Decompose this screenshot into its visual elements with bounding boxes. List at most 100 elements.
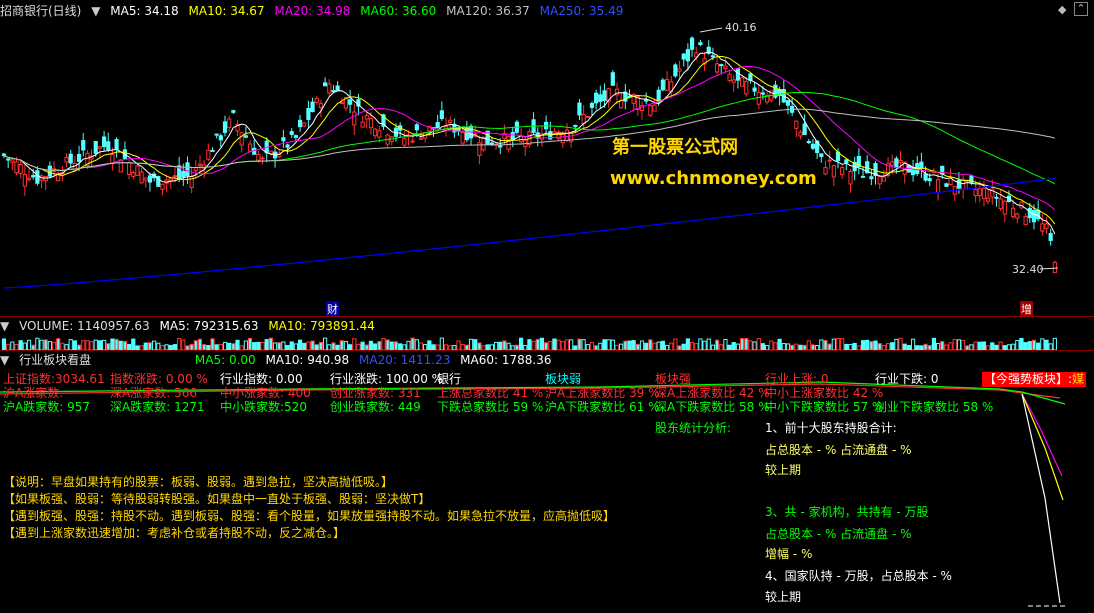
candle-body xyxy=(831,165,836,178)
volume-ma10: MA10: 793891.44 xyxy=(268,319,375,333)
volume-bar xyxy=(406,340,411,350)
declining-stat-item: 创业下跌家数比 58 % xyxy=(875,400,994,414)
volume-bar xyxy=(973,341,978,350)
candle-body xyxy=(306,107,311,120)
volume-chart[interactable] xyxy=(0,334,1094,350)
holder-analysis-title: 股东统计分析: xyxy=(655,421,732,435)
candle-body xyxy=(106,141,111,150)
volume-bar xyxy=(410,337,415,350)
declining-stat-item: 中小下跌家数比 57 % xyxy=(765,400,884,414)
ma250-value: MA250: 35.49 xyxy=(539,4,624,18)
volume-bar xyxy=(990,342,995,350)
volume-bar xyxy=(110,338,115,350)
candle-body xyxy=(827,159,832,162)
collapse-icon[interactable]: ▼ xyxy=(0,353,9,367)
volume-bar xyxy=(114,338,119,350)
candle-body xyxy=(68,153,73,164)
volume-bar xyxy=(156,342,161,350)
candle-body xyxy=(673,64,678,77)
volume-bar xyxy=(535,338,540,350)
earnings-marker[interactable]: 财 xyxy=(326,301,339,317)
volume-bar xyxy=(898,337,903,350)
volume-bar xyxy=(1,338,7,350)
capital-increase-marker[interactable]: 增 xyxy=(1020,301,1033,317)
volume-bar xyxy=(297,339,303,350)
candle-body xyxy=(93,141,98,154)
maximize-icon[interactable]: ⌃ xyxy=(1074,2,1088,16)
candle-body xyxy=(101,136,107,148)
candle-body xyxy=(710,55,715,58)
volume-bar xyxy=(977,341,982,350)
volume-bar xyxy=(427,340,432,350)
price-panel-header: 招商银行(日线) ▼ MA5: 34.18 MA10: 34.67 MA20: … xyxy=(0,3,629,19)
volume-bar xyxy=(723,339,728,350)
candle-body xyxy=(314,97,319,103)
declining-stat-item: 深A跌家数: 1271 xyxy=(110,400,205,414)
candle-body xyxy=(794,120,799,129)
volume-bar xyxy=(264,339,269,350)
candle-body xyxy=(594,92,599,104)
candle-body xyxy=(22,174,27,187)
candle-body xyxy=(135,165,140,176)
candle-body xyxy=(247,143,253,152)
volume-bar xyxy=(910,338,916,350)
candle-body xyxy=(648,104,653,116)
volume-bar xyxy=(748,340,753,350)
volume-bar xyxy=(652,342,657,350)
volume-bar xyxy=(306,341,311,350)
volume-bar xyxy=(352,338,357,350)
volume-bar xyxy=(51,341,57,350)
volume-bar xyxy=(739,338,745,350)
candle-body xyxy=(756,91,761,105)
candle-body xyxy=(348,99,353,105)
holder-stat-line: 较上期 xyxy=(765,590,802,604)
high-price-label: 40.16 xyxy=(725,21,757,34)
collapse-icon[interactable]: ▼ xyxy=(0,319,9,333)
declining-stat-item: 沪A下跌家数比 61 % xyxy=(545,400,660,414)
ma20-value: MA20: 34.98 xyxy=(274,4,351,18)
holder-stat-line: 占总股本 - % 占流通盘 - % xyxy=(765,527,912,541)
ma10-value: MA10: 34.67 xyxy=(188,4,265,18)
volume-bar xyxy=(873,340,878,350)
candle-body xyxy=(368,117,374,129)
volume-bar xyxy=(673,338,678,350)
volume-bar xyxy=(210,338,215,350)
candle-body xyxy=(719,64,724,67)
low-price-label: 32.40 xyxy=(1012,263,1044,276)
candle-body xyxy=(1052,261,1057,274)
candle-body xyxy=(210,149,215,152)
volume-bar xyxy=(318,341,324,350)
candle-body xyxy=(689,37,695,50)
volume-bar xyxy=(10,341,15,350)
price-chart[interactable] xyxy=(0,18,1094,316)
market-stat-item: 行业指数: 0.00 xyxy=(220,372,303,386)
volume-bar xyxy=(101,339,107,350)
volume-bar xyxy=(473,339,478,350)
candle-body xyxy=(598,94,603,102)
candle-body xyxy=(222,121,228,133)
volume-bar xyxy=(47,341,52,350)
volume-bar xyxy=(777,338,782,350)
volume-bar xyxy=(890,342,895,350)
strong-sector-value: 媒 xyxy=(1072,372,1085,386)
volume-bar xyxy=(569,339,574,350)
volume-bar xyxy=(360,341,365,350)
volume-bar xyxy=(631,340,636,350)
volume-bar xyxy=(773,342,778,350)
volume-bar xyxy=(1023,342,1028,350)
candle-body xyxy=(986,197,991,202)
volume-bar xyxy=(819,339,824,350)
nav-up-icon[interactable]: ◆ xyxy=(1058,3,1066,16)
candle-body xyxy=(869,176,874,180)
collapse-icon[interactable]: ▼ xyxy=(91,4,100,18)
market-stat-item: 行业下跌: 0 xyxy=(875,372,939,386)
candle-body xyxy=(139,171,144,184)
volume-bar xyxy=(506,342,511,350)
declining-stat-item: 中小跌家数:520 xyxy=(220,400,307,414)
volume-bar xyxy=(289,341,294,350)
volume-bar xyxy=(877,342,882,350)
candle-body xyxy=(322,82,328,87)
volume-bar xyxy=(685,338,690,350)
volume-bar xyxy=(118,340,123,350)
volume-bar xyxy=(840,338,845,350)
